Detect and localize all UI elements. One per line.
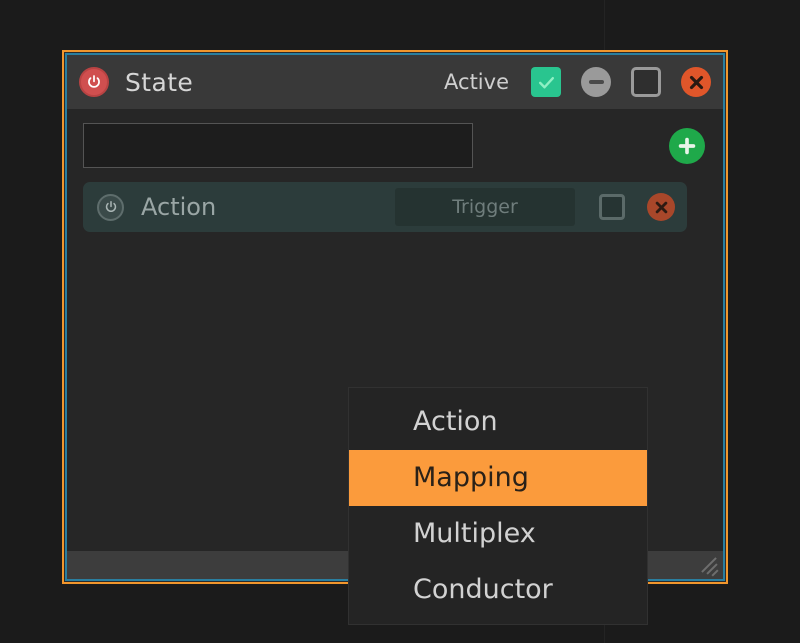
action-label: Action (141, 193, 217, 221)
input-row (83, 123, 707, 168)
maximize-button[interactable] (631, 67, 661, 97)
window-body: Action Trigger Action Mapping Multiplex … (67, 109, 723, 625)
active-label: Active (444, 70, 509, 94)
minimize-button[interactable] (581, 67, 611, 97)
window-title: State (125, 67, 194, 97)
menu-item-mapping[interactable]: Mapping (349, 450, 647, 506)
action-close-button[interactable] (647, 193, 675, 221)
action-power-icon[interactable] (97, 193, 124, 221)
menu-item-conductor[interactable]: Conductor (349, 562, 647, 618)
active-checkbox[interactable] (531, 67, 561, 97)
window-inner-frame: State Active Action Trigger Action Mappi… (65, 53, 725, 625)
minimize-icon (588, 80, 604, 84)
trigger-button[interactable]: Trigger (395, 188, 575, 226)
menu-item-multiplex[interactable]: Multiplex (349, 506, 647, 562)
add-button[interactable] (669, 127, 705, 164)
window-titlebar[interactable]: State Active (67, 55, 723, 109)
action-checkbox[interactable] (599, 194, 625, 220)
close-button[interactable] (681, 67, 711, 97)
state-name-input[interactable] (83, 123, 473, 168)
power-icon[interactable] (79, 67, 109, 97)
state-window[interactable]: State Active Action Trigger Action Mappi… (62, 50, 728, 625)
context-menu[interactable]: Action Mapping Multiplex Conductor (348, 387, 648, 625)
resize-grip-icon[interactable] (698, 555, 720, 577)
action-row[interactable]: Action Trigger (83, 182, 687, 232)
menu-item-action[interactable]: Action (349, 394, 647, 450)
